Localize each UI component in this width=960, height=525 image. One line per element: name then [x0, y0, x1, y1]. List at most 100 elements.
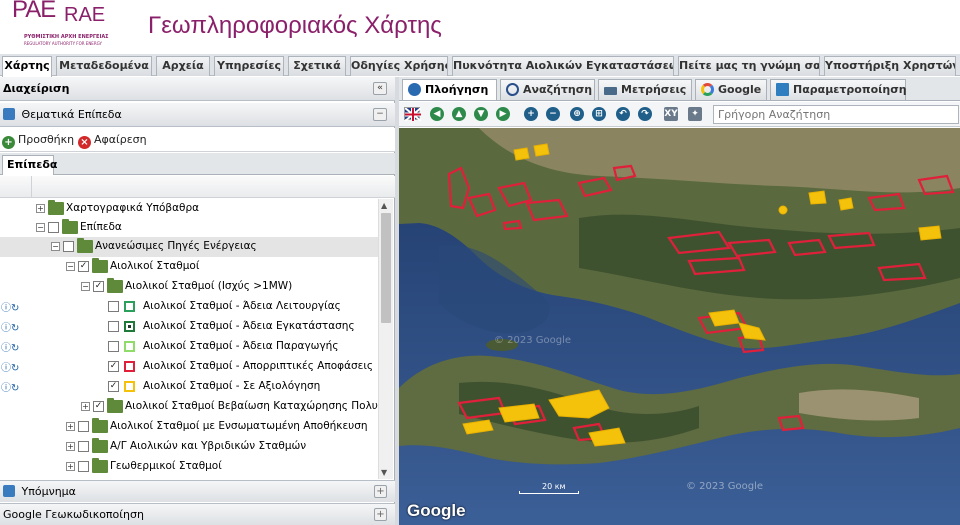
- tab-wind-density[interactable]: Πυκνότητα Αιολικών Εγκαταστάσεων: [452, 56, 674, 76]
- layer-checkbox[interactable]: [63, 241, 74, 252]
- tab-user-guide[interactable]: Οδηγίες Χρήσης: [350, 56, 448, 76]
- tree-row-layers[interactable]: − Επίπεδα: [0, 218, 378, 238]
- tree-row-wind-storage[interactable]: + Αιολικοί Σταθμοί με Ενσωματωμένη Αποθή…: [0, 417, 378, 437]
- quick-search-input[interactable]: [713, 105, 959, 124]
- coordinates-icon[interactable]: XY: [664, 107, 678, 121]
- satellite-map[interactable]: © 2023 Google 20 км © 2023 Google Google: [399, 128, 960, 525]
- tree-row-rejections[interactable]: ✓ Αιολικοί Σταθμοί - Απορριπτικές Αποφάσ…: [0, 357, 378, 377]
- thematic-layers-header[interactable]: Θεματικά Επίπεδα −: [0, 103, 395, 127]
- tab-files[interactable]: Αρχεία: [156, 56, 210, 76]
- tab-feedback[interactable]: Πείτε μας τη γνώμη σας: [678, 56, 820, 76]
- layer-checkbox-checked[interactable]: ✓: [78, 261, 89, 272]
- layer-checkbox-checked[interactable]: ✓: [108, 381, 119, 392]
- double-chevron-left-icon[interactable]: «: [373, 82, 387, 95]
- info-icon[interactable]: ⓘ↻: [1, 359, 19, 374]
- tab-google-label: Google: [718, 83, 762, 96]
- info-icon[interactable]: ⓘ↻: [1, 339, 19, 354]
- tree-row-wind-stations[interactable]: − ✓ Αιολικοί Σταθμοί: [0, 257, 378, 277]
- tab-user-support[interactable]: Υποστήριξη Χρηστών: [824, 56, 956, 76]
- folder-icon: [92, 438, 108, 453]
- info-icon[interactable]: ⓘ↻: [1, 299, 19, 314]
- layer-checkbox[interactable]: [108, 341, 119, 352]
- tab-map[interactable]: Χάρτης: [2, 56, 52, 77]
- tab-google[interactable]: Google: [695, 79, 767, 100]
- collapse-tree-icon[interactable]: −: [51, 242, 60, 251]
- zoom-previous-icon[interactable]: ↶: [616, 107, 630, 121]
- expand-icon[interactable]: +: [66, 442, 75, 451]
- layer-checkbox[interactable]: [78, 461, 89, 472]
- layer-checkbox-checked[interactable]: ✓: [93, 281, 104, 292]
- tree-row-label: Αιολικοί Σταθμοί - Άδεια Παραγωγής: [143, 340, 339, 352]
- info-icon[interactable]: ⓘ↻: [1, 319, 19, 334]
- layer-checkbox[interactable]: [108, 321, 119, 332]
- add-layer-button[interactable]: + Προσθήκη: [2, 132, 74, 149]
- tab-search[interactable]: Αναζήτηση: [500, 79, 595, 100]
- scrollbar-thumb[interactable]: [381, 213, 391, 323]
- tab-services[interactable]: Υπηρεσίες: [214, 56, 284, 76]
- tab-settings-label: Παραμετροποίηση: [793, 83, 907, 96]
- layer-checkbox[interactable]: [78, 421, 89, 432]
- identify-icon[interactable]: ✦: [688, 107, 702, 121]
- tree-row-operation-licence[interactable]: Αιολικοί Σταθμοί - Άδεια Λειτουργίας: [0, 297, 378, 317]
- geocoding-header[interactable]: Google Γεωκωδικοποίηση +: [0, 503, 395, 525]
- layer-checkbox-checked[interactable]: ✓: [93, 401, 104, 412]
- tree-row-basemaps[interactable]: + Χαρτογραφικά Υπόβαθρα: [0, 199, 378, 219]
- pan-up-icon[interactable]: ▲: [452, 107, 466, 121]
- expand-panel-icon[interactable]: +: [374, 485, 387, 498]
- page-title: Γεωπληροφοριακός Χάρτης: [148, 12, 442, 39]
- uk-flag-icon[interactable]: [404, 107, 421, 121]
- folder-icon: [48, 200, 64, 215]
- tree-row-production-licence[interactable]: Αιολικοί Σταθμοί - Άδεια Παραγωγής: [0, 337, 378, 357]
- rae-logo[interactable]: PAE RAE ΡΥΘΜΙΣΤΙΚΗ ΑΡΧΗ ΕΝΕΡΓΕΙΑΣ REGULA…: [4, 0, 124, 52]
- map-scale-label: 20 км: [542, 482, 566, 491]
- layer-checkbox[interactable]: [78, 441, 89, 452]
- tab-metadata[interactable]: Μεταδεδομένα: [56, 56, 152, 76]
- scroll-down-icon[interactable]: ▼: [381, 468, 387, 477]
- tree-row-label: Αιολικοί Σταθμοί - Απορριπτικές Αποφάσει…: [143, 360, 374, 372]
- grid-column-name: [32, 176, 395, 198]
- layer-checkbox-checked[interactable]: ✓: [108, 361, 119, 372]
- tree-row-wind-turbines[interactable]: + Α/Γ Αιολικών και Υβριδικών Σταθμών: [0, 437, 378, 457]
- expand-icon[interactable]: +: [81, 402, 90, 411]
- add-layer-label: Προσθήκη: [18, 133, 75, 146]
- tree-row-geothermal[interactable]: + Γεωθερμικοί Σταθμοί: [0, 457, 378, 477]
- zoom-box-icon[interactable]: ⊕: [570, 107, 584, 121]
- remove-layer-button[interactable]: × Αφαίρεση: [78, 132, 147, 149]
- info-icon[interactable]: ⓘ↻: [1, 379, 19, 394]
- scroll-up-icon[interactable]: ▲: [381, 201, 387, 210]
- layer-checkbox[interactable]: [48, 222, 59, 233]
- zoom-out-icon[interactable]: −: [546, 107, 560, 121]
- collapse-tree-icon[interactable]: −: [81, 282, 90, 291]
- expand-icon[interactable]: +: [66, 422, 75, 431]
- zoom-in-icon[interactable]: +: [524, 107, 538, 121]
- tab-settings[interactable]: Παραμετροποίηση: [770, 79, 907, 100]
- tab-measurements[interactable]: Μετρήσεις: [598, 79, 692, 100]
- tree-scrollbar[interactable]: ▲ ▼: [378, 199, 393, 479]
- expand-icon[interactable]: +: [66, 462, 75, 471]
- logo-alt-text: RAE: [64, 4, 106, 26]
- tree-row-installation-licence[interactable]: Αιολικοί Σταθμοί - Άδεια Εγκατάστασης: [0, 317, 378, 337]
- legend-square-icon: [124, 321, 135, 332]
- legend-header[interactable]: Υπόμνημα +: [0, 480, 395, 502]
- tab-navigation[interactable]: Πλοήγηση: [402, 79, 497, 100]
- expand-panel-icon[interactable]: +: [374, 508, 387, 521]
- collapse-tree-icon[interactable]: −: [66, 262, 75, 271]
- expand-icon[interactable]: +: [36, 204, 45, 213]
- pan-down-icon[interactable]: ▼: [474, 107, 488, 121]
- layer-checkbox[interactable]: [108, 301, 119, 312]
- zoom-next-icon[interactable]: ↷: [638, 107, 652, 121]
- collapse-tree-icon[interactable]: −: [36, 223, 45, 232]
- tree-row-under-evaluation[interactable]: ✓ Αιολικοί Σταθμοί - Σε Αξιολόγηση: [0, 377, 378, 397]
- tree-row-wind-over-1mw[interactable]: − ✓ Αιολικοί Σταθμοί (Ισχύς >1MW): [0, 277, 378, 297]
- tree-row-renewables[interactable]: − Ανανεώσιμες Πηγές Ενέργειας: [0, 237, 378, 257]
- zoom-extent-icon[interactable]: ⊞: [592, 107, 606, 121]
- layers-tabbar: Επίπεδα: [0, 153, 395, 175]
- map-tabbar: Πλοήγηση Αναζήτηση Μετρήσεις Google Παρα…: [399, 77, 960, 101]
- tab-layers[interactable]: Επίπεδα: [2, 155, 57, 175]
- tree-row-polygon-registration[interactable]: + ✓ Αιολικοί Σταθμοί Βεβαίωση Καταχώρηση…: [0, 397, 378, 417]
- folder-icon: [92, 258, 108, 273]
- collapse-icon[interactable]: −: [373, 108, 387, 121]
- pan-right-icon[interactable]: ▶: [496, 107, 510, 121]
- tab-about[interactable]: Σχετικά: [288, 56, 346, 76]
- pan-left-icon[interactable]: ◀: [430, 107, 444, 121]
